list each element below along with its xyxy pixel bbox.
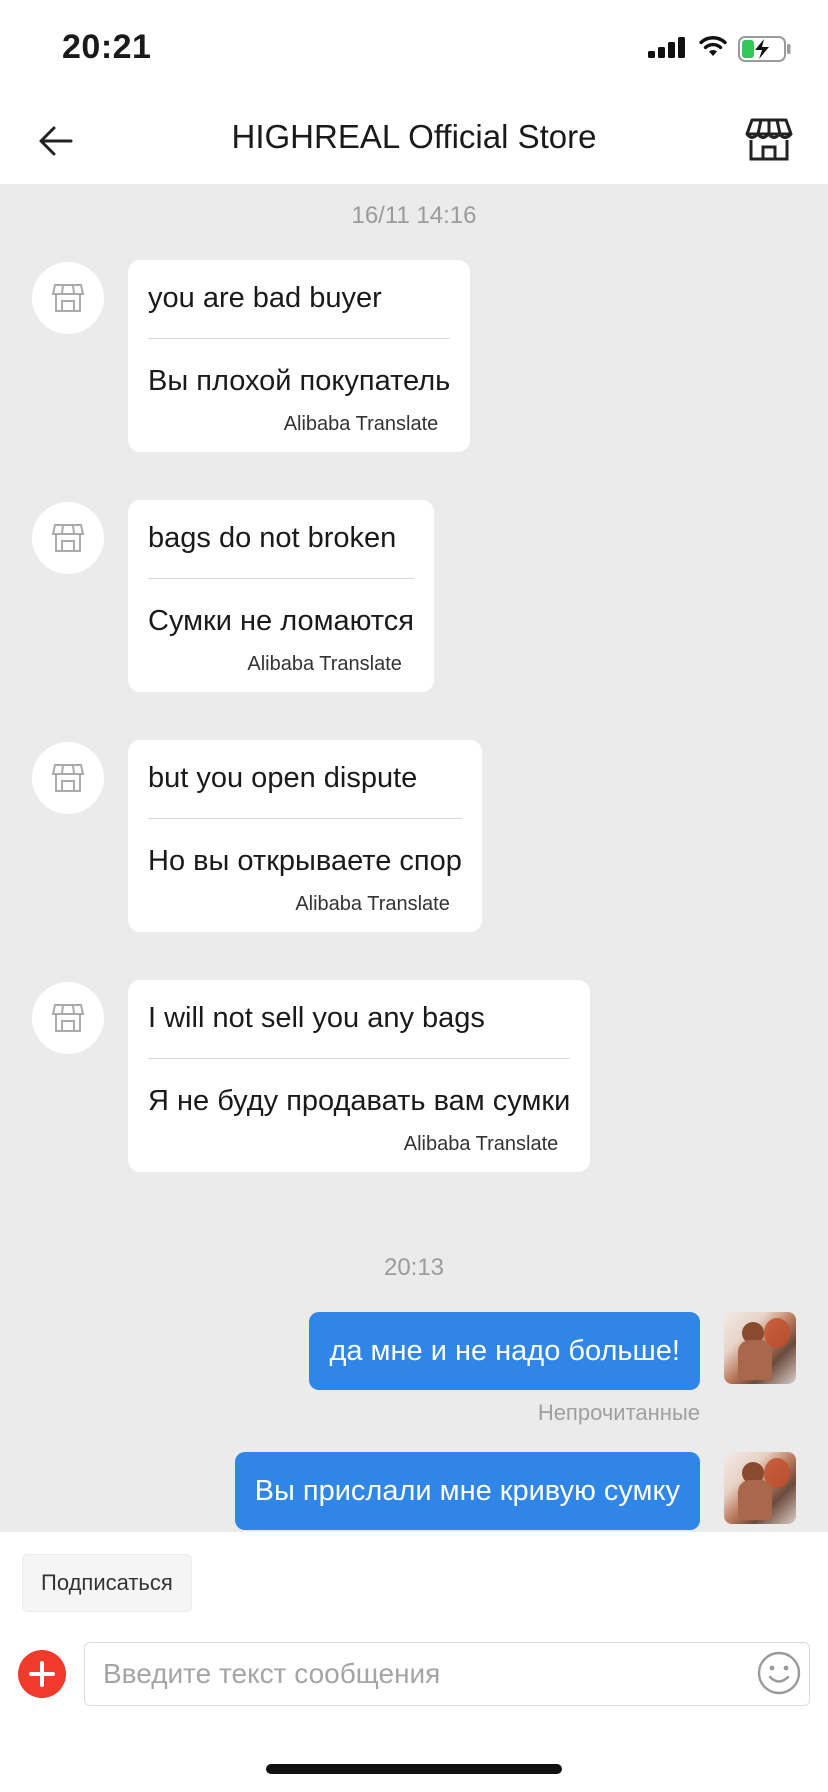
- message-translation-text: Но вы открываете спор: [148, 845, 462, 877]
- message-original-text: I will not sell you any bags: [148, 1002, 485, 1034]
- divider: [148, 578, 414, 579]
- message-original-text: bags do not broken: [148, 522, 397, 554]
- page-title: HIGHREAL Official Store: [231, 118, 597, 155]
- translate-tag: Alibaba Translate: [403, 1133, 559, 1155]
- shop-avatar[interactable]: [32, 502, 104, 574]
- emoji-button[interactable]: [756, 1650, 802, 1696]
- unread-status: Непрочитанные: [537, 1400, 700, 1425]
- user-avatar[interactable]: [724, 1452, 796, 1524]
- timestamp: 20:13: [383, 1254, 445, 1281]
- shop-avatar[interactable]: [32, 262, 104, 334]
- status-bar: 20:21: [0, 0, 828, 96]
- status-time: 20:21: [62, 28, 152, 66]
- incoming-message[interactable]: I will not sell you any bags Я не буду п…: [128, 980, 591, 1172]
- message-original-text: you are bad buyer: [148, 282, 382, 314]
- subscribe-button[interactable]: Подписаться: [22, 1554, 192, 1612]
- shop-avatar[interactable]: [32, 982, 104, 1054]
- add-attachment-button[interactable]: [18, 1650, 66, 1698]
- incoming-message[interactable]: but you open dispute Но вы открываете сп…: [128, 740, 482, 932]
- shop-logo-icon: [51, 1004, 85, 1032]
- nav-header: HIGHREAL Official Store: [0, 96, 828, 184]
- storefront-icon: [745, 118, 793, 161]
- incoming-message[interactable]: bags do not broken Сумки не ломаются Ali…: [128, 500, 434, 692]
- status-icons: [648, 34, 796, 64]
- outgoing-message[interactable]: Вы прислали мне кривую сумку: [234, 1452, 700, 1530]
- shop-logo-icon: [51, 284, 85, 312]
- translate-tag: Alibaba Translate: [283, 413, 439, 435]
- shop-logo-icon: [51, 524, 85, 552]
- store-button[interactable]: [744, 114, 794, 164]
- outgoing-message[interactable]: да мне и не надо больше!: [309, 1312, 700, 1390]
- divider: [148, 1058, 571, 1059]
- translate-tag: Alibaba Translate: [247, 653, 402, 675]
- home-indicator[interactable]: [266, 1764, 562, 1774]
- message-translation-text: Вы плохой покупатель: [148, 365, 451, 397]
- incoming-message[interactable]: you are bad buyer Вы плохой покупатель A…: [128, 260, 471, 452]
- battery-charging-icon: [738, 36, 791, 62]
- chat-screen: 20:21 HIGHREAL Official Store 16/11 14:1…: [0, 0, 828, 1792]
- divider: [148, 818, 462, 819]
- divider: [148, 338, 451, 339]
- chat-area[interactable]: 16/11 14:16 you are bad buyer Вы плохой …: [0, 184, 828, 1532]
- smiley-icon: [757, 1651, 801, 1695]
- bottom-bar: Подписаться: [0, 1532, 828, 1792]
- user-avatar[interactable]: [724, 1312, 796, 1384]
- message-input[interactable]: [84, 1642, 810, 1706]
- translate-tag: Alibaba Translate: [295, 893, 450, 915]
- message-original-text: but you open dispute: [148, 762, 418, 794]
- wifi-icon: [699, 36, 727, 56]
- timestamp: 16/11 14:16: [351, 202, 477, 229]
- shop-avatar[interactable]: [32, 742, 104, 814]
- shop-logo-icon: [51, 764, 85, 792]
- message-translation-text: Я не буду продавать вам сумки: [148, 1085, 571, 1117]
- message-translation-text: Сумки не ломаются: [148, 605, 414, 637]
